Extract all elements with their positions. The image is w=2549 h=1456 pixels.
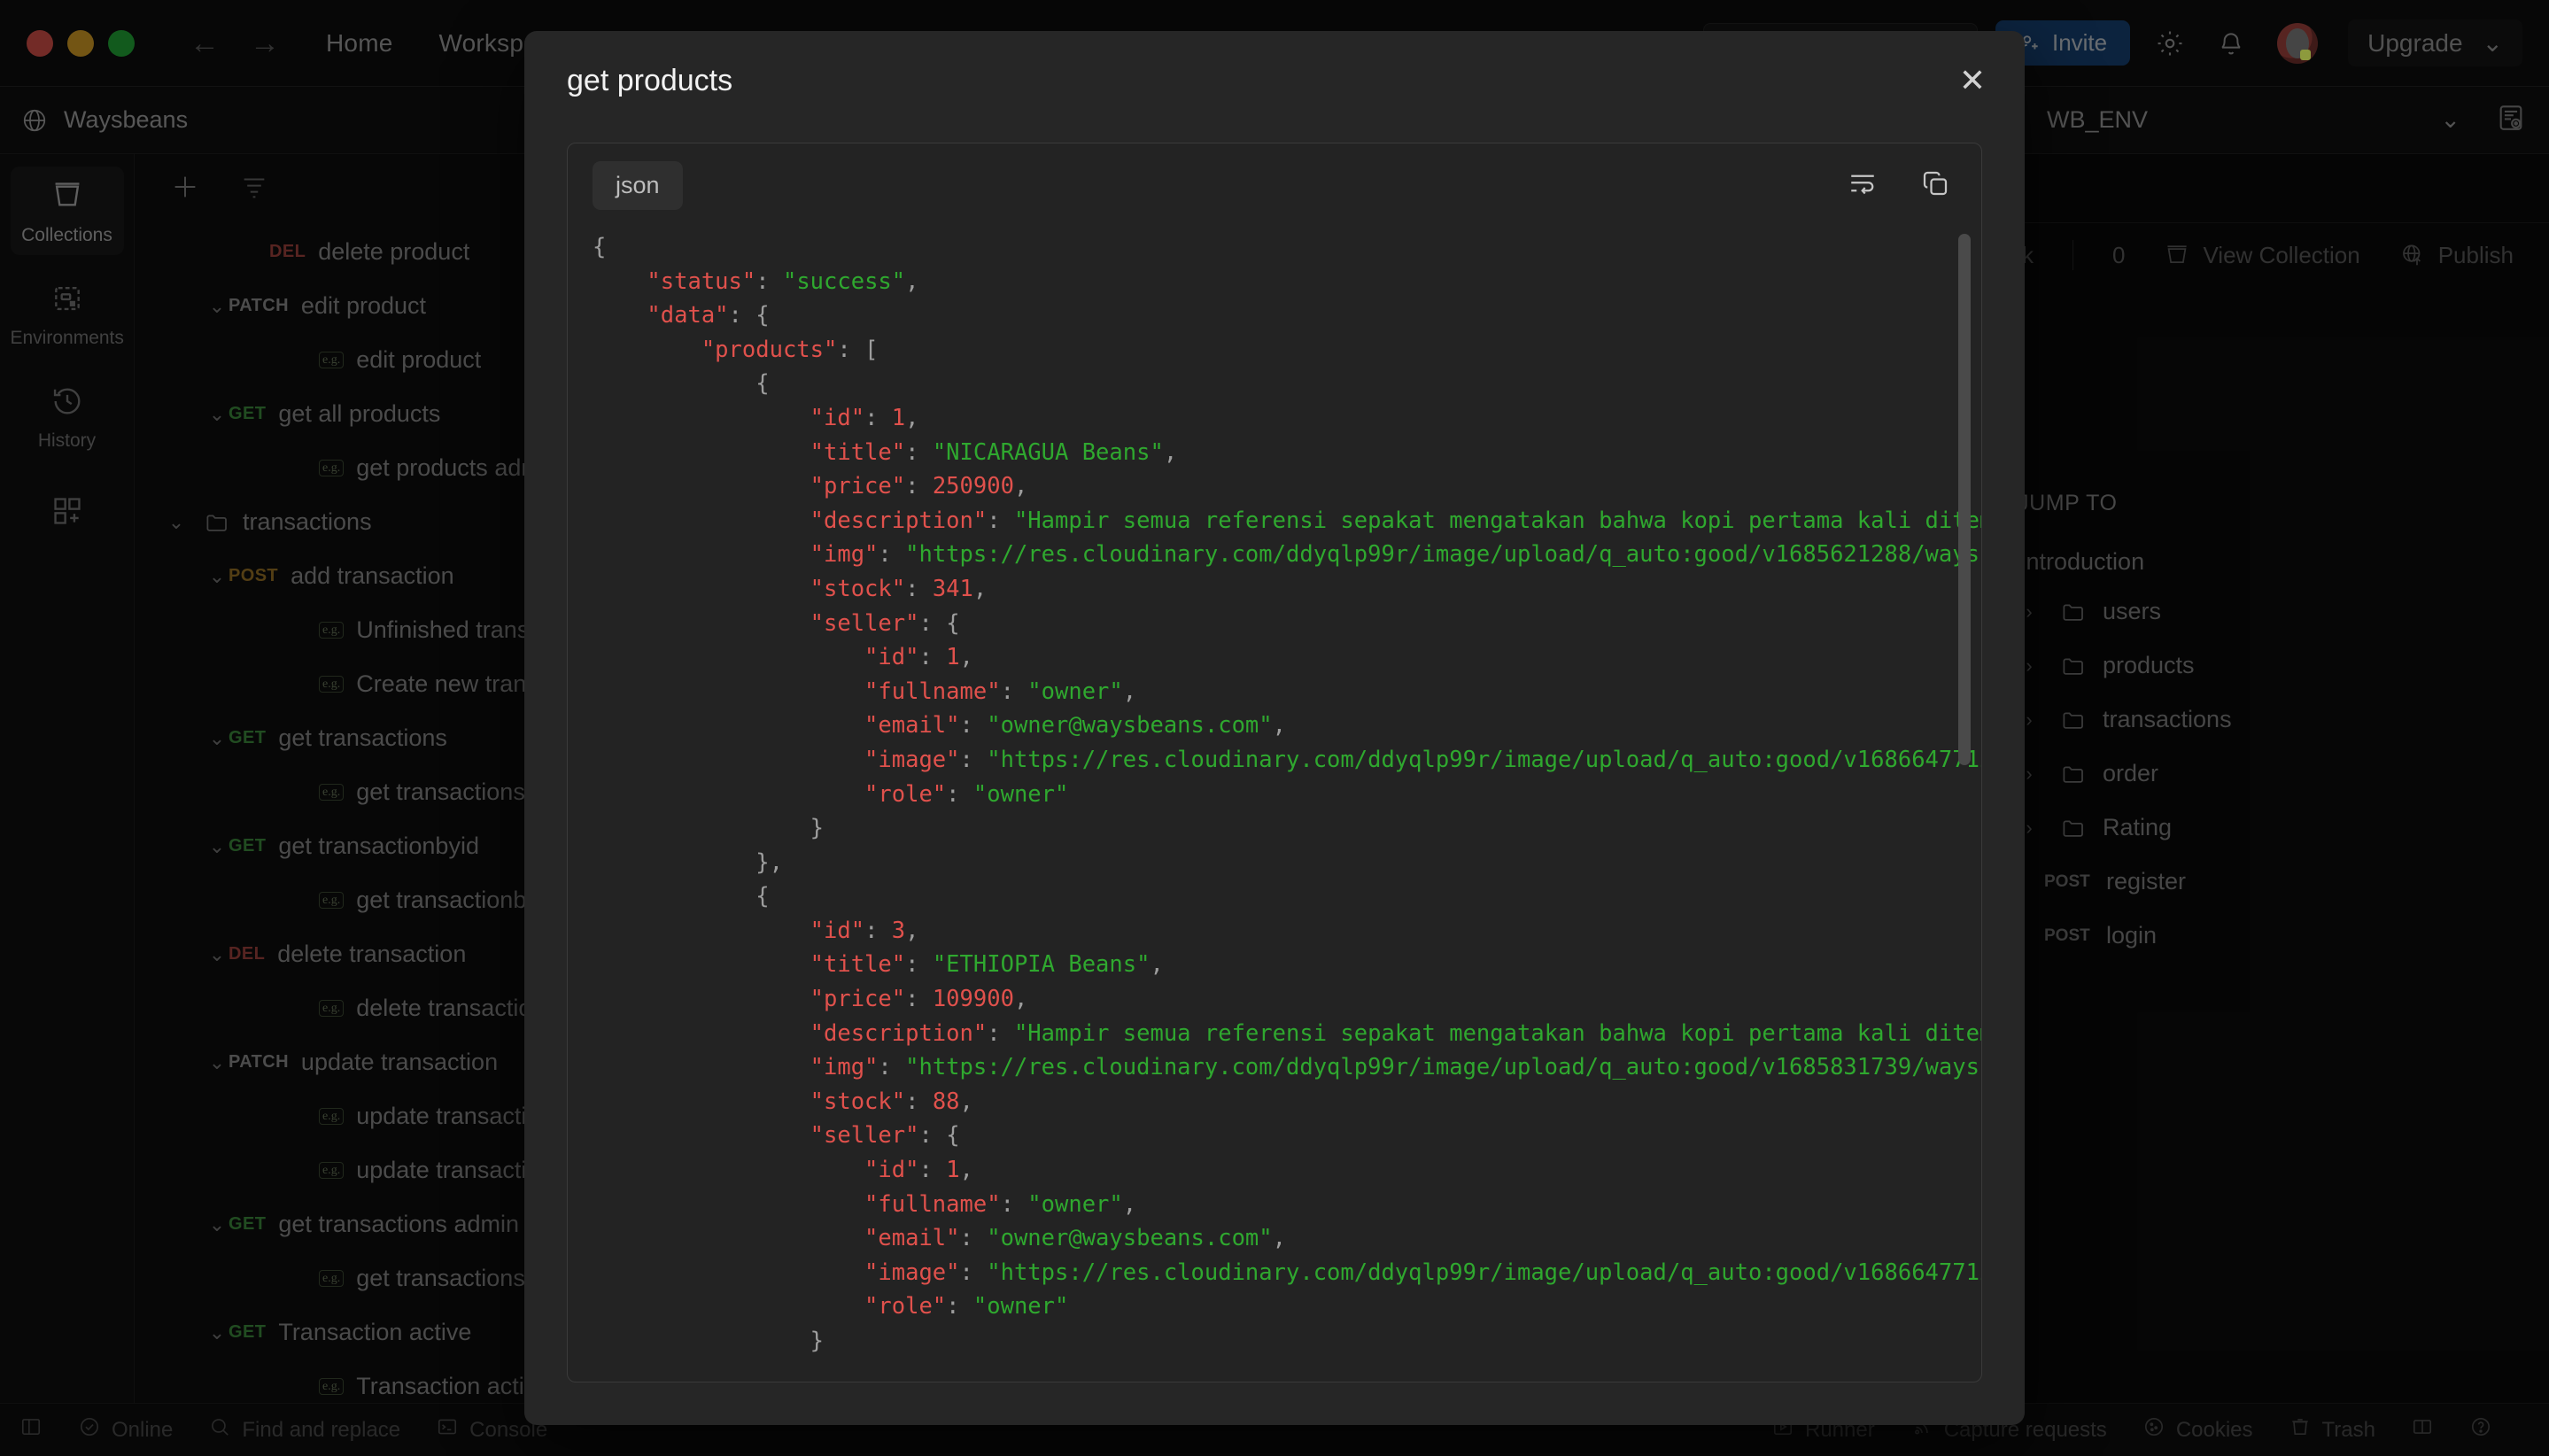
response-body-code: { "status": "success", "data": { "produc…	[593, 234, 1981, 1354]
modal-header: get products ✕	[524, 31, 2025, 130]
vertical-scrollbar[interactable]	[1958, 234, 1971, 765]
response-body-card: json { "status": "success", "data": {"p…	[567, 143, 1982, 1382]
postman-app-window: ← → Home Workspaces Invite Upgra	[0, 0, 2549, 1456]
example-response-modal: get products ✕ json {"status": "success…	[524, 31, 2025, 1425]
response-body-scroll-area[interactable]: { "status": "success", "data": { "produc…	[568, 227, 1981, 1382]
response-body-toolbar: json	[568, 143, 1981, 227]
copy-icon[interactable]	[1919, 167, 1951, 204]
close-icon[interactable]: ✕	[1950, 56, 1995, 105]
word-wrap-icon[interactable]	[1847, 167, 1879, 204]
language-chip[interactable]: json	[593, 160, 683, 210]
modal-title: get products	[567, 63, 733, 97]
